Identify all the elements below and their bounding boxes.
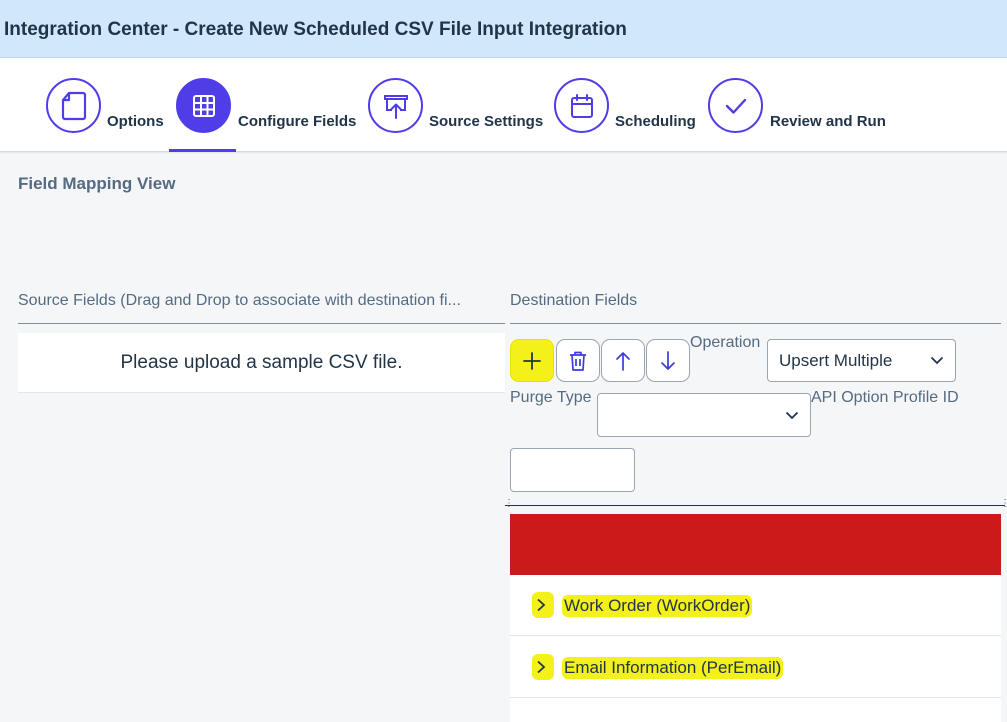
wizard-step-label: Review and Run xyxy=(770,113,886,130)
destination-fields-header: Destination Fields xyxy=(510,292,638,309)
operation-label: Operation xyxy=(690,334,761,351)
tree-item-work-order[interactable]: Work Order (WorkOrder) xyxy=(510,575,1001,636)
splitter-grip-icon[interactable]: ⋮ xyxy=(504,499,514,509)
wizard-step-label: Scheduling xyxy=(615,113,696,130)
chevron-down-icon xyxy=(919,356,955,365)
page-title: Integration Center - Create New Schedule… xyxy=(4,19,627,40)
chevron-right-icon[interactable] xyxy=(536,660,546,674)
add-field-button[interactable] xyxy=(510,339,554,382)
purge-type-select[interactable] xyxy=(597,393,811,437)
wizard-step-label: Options xyxy=(107,113,164,130)
delete-field-button[interactable] xyxy=(556,339,600,382)
error-banner xyxy=(510,514,1001,575)
tree-item-label: Work Order (WorkOrder) xyxy=(562,595,753,617)
chevron-down-icon xyxy=(774,411,810,420)
arrow-down-icon xyxy=(661,350,675,370)
trash-icon xyxy=(570,351,586,371)
purge-type-label: Purge Type xyxy=(510,389,592,406)
panel-splitter[interactable] xyxy=(505,505,1005,506)
checkmark-icon xyxy=(708,78,763,133)
title-bar: Integration Center - Create New Schedule… xyxy=(0,0,1007,58)
wizard-step-label: Source Settings xyxy=(429,113,544,130)
source-header-divider xyxy=(18,323,505,324)
operation-select[interactable]: Upsert Multiple xyxy=(767,339,956,382)
grid-icon xyxy=(176,78,231,133)
splitter-grip-icon[interactable]: ⋮ xyxy=(1000,499,1007,509)
upload-icon xyxy=(368,78,423,133)
api-option-profile-input[interactable] xyxy=(510,448,635,492)
document-icon xyxy=(46,78,101,133)
destination-header-divider xyxy=(510,323,1001,324)
tree-item-label: Email Information (PerEmail) xyxy=(562,657,784,679)
api-option-profile-label: API Option Profile ID xyxy=(811,389,959,406)
section-title: Field Mapping View xyxy=(18,174,176,193)
active-step-indicator xyxy=(169,149,236,152)
move-down-button[interactable] xyxy=(646,339,690,382)
source-fields-header: Source Fields (Drag and Drop to associat… xyxy=(18,292,461,309)
tree-item-email-information[interactable]: Email Information (PerEmail) xyxy=(510,637,1001,698)
operation-value: Upsert Multiple xyxy=(779,350,893,370)
move-up-button[interactable] xyxy=(601,339,645,382)
source-empty-message: Please upload a sample CSV file. xyxy=(18,333,505,393)
wizard-step-label: Configure Fields xyxy=(238,113,357,130)
calendar-icon xyxy=(554,78,609,133)
chevron-right-icon[interactable] xyxy=(536,598,546,612)
plus-icon xyxy=(523,351,541,370)
arrow-up-icon xyxy=(616,351,630,371)
wizard-steps: Options Configure Fields Source Settings xyxy=(0,58,1007,152)
